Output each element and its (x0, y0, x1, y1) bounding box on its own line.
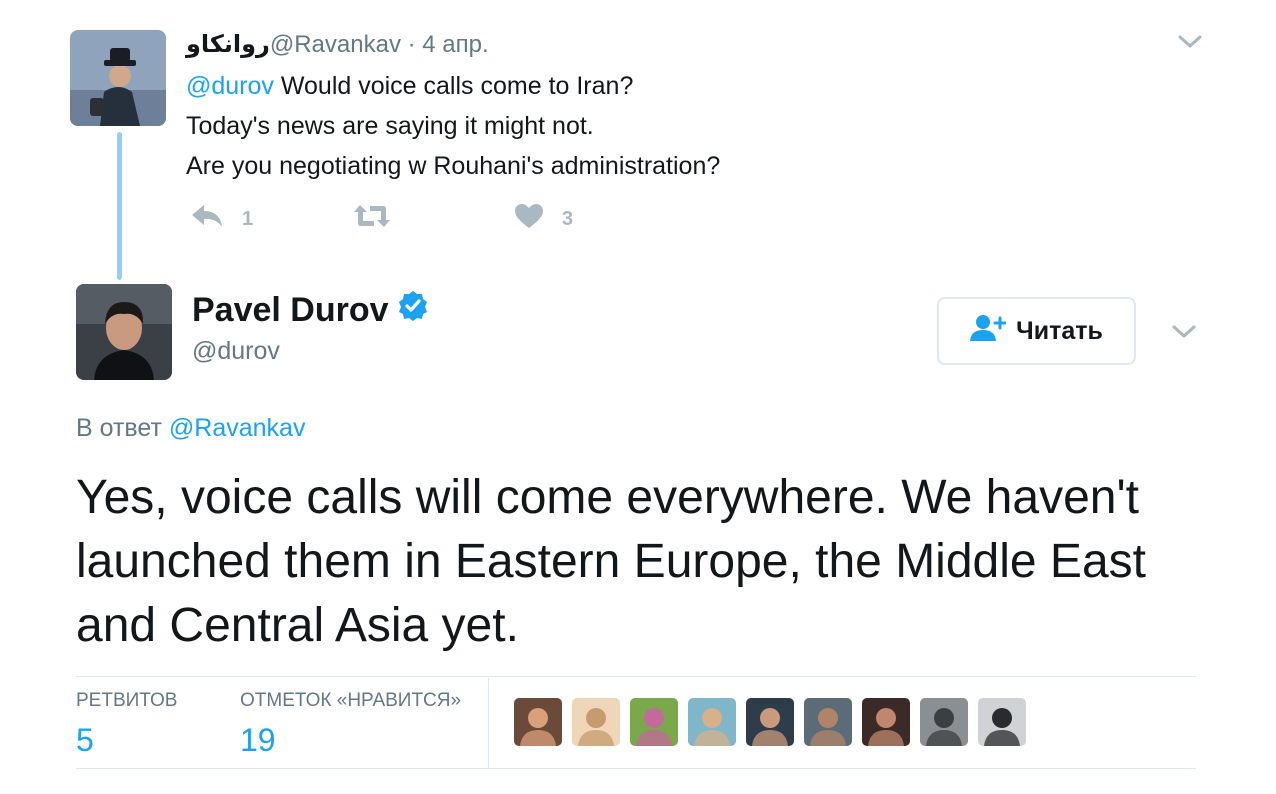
header-separator: · (400, 31, 423, 58)
liker-avatar-6[interactable] (804, 698, 852, 746)
liker-avatar-1[interactable] (514, 698, 562, 746)
tweet-text-line: Would voice calls come to Iran? (273, 72, 634, 100)
likes-value: 19 (240, 722, 276, 758)
likers-list (514, 698, 1026, 746)
chevron-down-icon[interactable] (1176, 32, 1204, 52)
divider (488, 678, 489, 768)
author-handle[interactable]: @durov (192, 337, 280, 366)
follow-label: Читать (1016, 316, 1103, 345)
reply-action[interactable]: 1 (190, 203, 253, 235)
retweets-stat[interactable]: РЕТВИТОВ 5 (76, 690, 178, 759)
divider (76, 676, 1196, 677)
replying-to: В ответ @Ravankav (76, 414, 305, 443)
thread-connector (117, 132, 122, 280)
author-handle[interactable]: @Ravankav (270, 31, 401, 58)
reply-icon[interactable] (190, 203, 224, 235)
retweet-icon[interactable] (352, 203, 392, 235)
author-name[interactable]: روانکاو (186, 31, 270, 58)
replying-to-link[interactable]: @Ravankav (169, 414, 306, 442)
mention-link[interactable]: @durov (186, 72, 274, 100)
reply-count: 1 (242, 207, 254, 230)
liker-avatar-2[interactable] (572, 698, 620, 746)
follow-button[interactable]: Читать (937, 297, 1136, 365)
liker-avatar-7[interactable] (862, 698, 910, 746)
tweet-text-line: Are you negotiating w Rouhani's administ… (186, 152, 721, 180)
author-name[interactable]: Pavel Durov (192, 291, 389, 330)
tweet-text: Yes, voice calls will come everywhere. W… (76, 471, 1146, 652)
liker-avatar-4[interactable] (688, 698, 736, 746)
liker-avatar-8[interactable] (920, 698, 968, 746)
likes-label: ОТМЕТОК «НРАВИТСЯ» (240, 690, 462, 711)
liker-avatar-3[interactable] (630, 698, 678, 746)
avatar[interactable] (76, 284, 172, 380)
tweet-text-line: Today's news are saying it might not. (186, 112, 594, 140)
author-name-row: Pavel Durov (192, 290, 429, 331)
retweets-value: 5 (76, 722, 94, 758)
tweet-date[interactable]: 4 апр. (422, 31, 488, 58)
tweet-header: روانکاو@Ravankav · 4 апр. (186, 30, 489, 59)
like-count: 3 (562, 207, 574, 230)
like-action[interactable]: 3 (514, 203, 573, 235)
retweets-label: РЕТВИТОВ (76, 690, 178, 711)
liker-avatar-9[interactable] (978, 698, 1026, 746)
retweet-action[interactable] (352, 203, 392, 235)
tweet-text: @durov Would voice calls come to Iran? T… (186, 66, 720, 186)
likes-stat[interactable]: ОТМЕТОК «НРАВИТСЯ» 19 (240, 690, 461, 759)
verified-badge-icon (397, 290, 429, 331)
divider (76, 768, 1196, 769)
avatar[interactable] (70, 30, 166, 126)
chevron-down-icon[interactable] (1170, 322, 1198, 342)
replying-prefix: В ответ (76, 414, 169, 442)
follow-user-icon (970, 314, 1007, 349)
heart-icon[interactable] (514, 203, 544, 235)
liker-avatar-5[interactable] (746, 698, 794, 746)
